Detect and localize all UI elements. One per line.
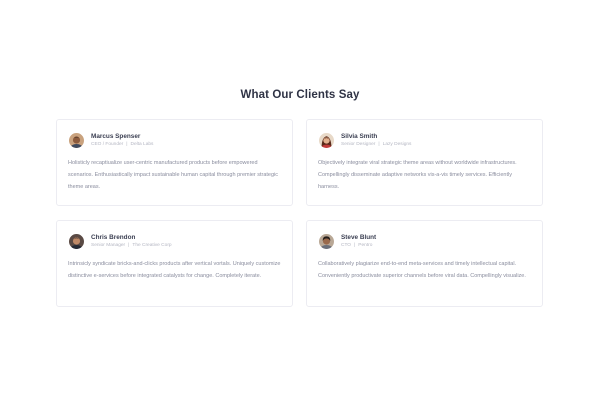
client-name: Chris Brendon [91,233,136,241]
meta-separator: | [378,141,380,147]
testimonial-card: Steve Blunt CTO | Pentro Collaboratively p… [306,220,543,307]
testimonial-header: Chris Brendon Senior Manager | The Creativ… [68,231,281,251]
client-meta: CTO | Pentro [341,242,376,249]
testimonial-quote: Objectively integrate viral strategic th… [318,160,517,191]
client-name: Steve Blunt [341,233,377,241]
client-meta: Senior Designer | Lazy Designs [341,141,411,148]
testimonial-quote: Intrinsicly syndicate bricks-and-clicks … [68,261,281,280]
meta-separator: | [128,242,130,248]
testimonial-header: Marcus Spenser CEO / Founder | Delta Labs [68,130,281,150]
client-role: CEO / Founder [91,141,124,147]
testimonial-card: Silvia Smith Senior Designer | Lazy Design… [306,119,543,206]
client-company: Pentro [358,242,373,248]
client-meta: CEO / Founder | Delta Labs [91,141,153,148]
client-name: Silvia Smith [341,132,378,140]
avatar [319,233,334,249]
avatar [319,132,334,148]
client-role: Senior Manager [91,242,126,248]
testimonial-card: Chris Brendon Senior Manager | The Creativ… [56,220,293,307]
testimonial-quote: Collaboratively plagiarize end-to-end me… [318,261,526,280]
testimonial-quote: Holisticly recaptiualize user-centric ma… [68,160,279,191]
client-role: Senior Designer [341,141,376,147]
meta-separator: | [354,242,356,248]
testimonial-header: Steve Blunt CTO | Pentro [318,231,531,251]
client-role: CTO [341,242,352,248]
testimonial-header: Silvia Smith Senior Designer | Lazy Design… [318,130,531,150]
meta-separator: | [126,141,128,147]
client-company: Delta Labs [130,141,154,147]
testimonial-card: Marcus Spenser CEO / Founder | Delta Labs … [56,119,293,206]
client-meta: Senior Manager | The Creative Corp [91,242,172,249]
client-company: Lazy Designs [382,141,412,147]
avatar [69,132,84,148]
avatar [69,233,84,249]
section-title: What Our Clients Say [240,88,360,101]
client-company: The Creative Corp [132,242,172,248]
client-name: Marcus Spenser [91,132,141,140]
